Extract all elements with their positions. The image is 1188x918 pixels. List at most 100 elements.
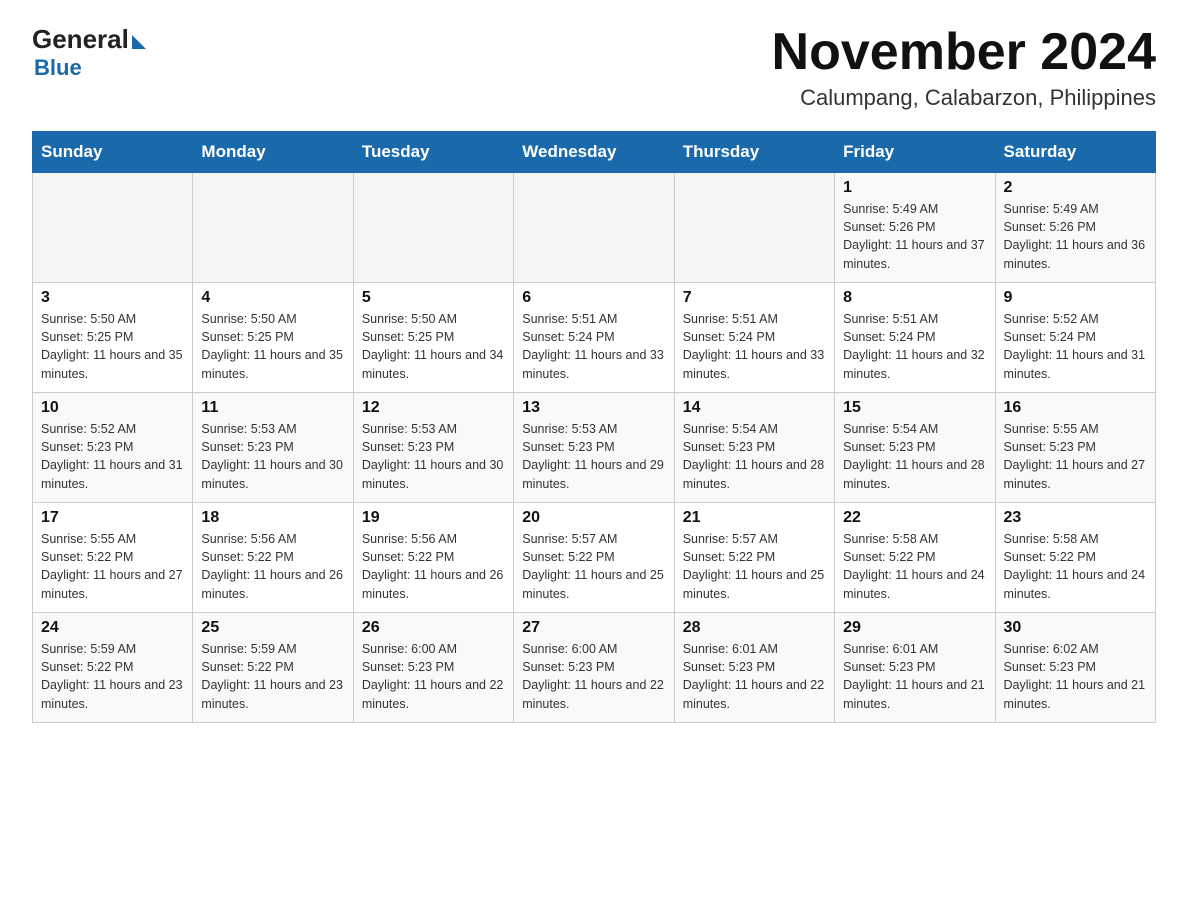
- day-number: 8: [843, 289, 986, 307]
- day-number: 16: [1004, 399, 1147, 417]
- calendar-table: SundayMondayTuesdayWednesdayThursdayFrid…: [32, 131, 1156, 723]
- calendar-cell: 14Sunrise: 5:54 AMSunset: 5:23 PMDayligh…: [674, 393, 834, 503]
- day-number: 1: [843, 179, 986, 197]
- day-number: 7: [683, 289, 826, 307]
- day-number: 22: [843, 509, 986, 527]
- calendar-cell: [674, 173, 834, 283]
- page-header: General Blue November 2024 Calumpang, Ca…: [32, 24, 1156, 111]
- calendar-cell: 23Sunrise: 5:58 AMSunset: 5:22 PMDayligh…: [995, 503, 1155, 613]
- day-info: Sunrise: 5:59 AMSunset: 5:22 PMDaylight:…: [201, 640, 344, 713]
- calendar-cell: 24 Sunrise: 5:59 AMSunset: 5:22 PMDayligh…: [33, 613, 193, 723]
- day-number: 21: [683, 509, 826, 527]
- day-number: 9: [1004, 289, 1147, 307]
- calendar-header-wednesday: Wednesday: [514, 132, 674, 173]
- calendar-cell: 1 Sunrise: 5:49 AMSunset: 5:26 PMDaylight…: [835, 173, 995, 283]
- calendar-cell: 29 Sunrise: 6:01 AMSunset: 5:23 PMDayligh…: [835, 613, 995, 723]
- calendar-cell: 13 Sunrise: 5:53 AMSunset: 5:23 PMDayligh…: [514, 393, 674, 503]
- day-info: Sunrise: 5:57 AMSunset: 5:22 PMDaylight:…: [522, 530, 665, 603]
- calendar-header-thursday: Thursday: [674, 132, 834, 173]
- calendar-cell: 3 Sunrise: 5:50 AMSunset: 5:25 PMDaylight…: [33, 283, 193, 393]
- calendar-cell: 30Sunrise: 6:02 AMSunset: 5:23 PMDayligh…: [995, 613, 1155, 723]
- calendar-week-row: 10 Sunrise: 5:52 AMSunset: 5:23 PMDayligh…: [33, 393, 1156, 503]
- day-number: 10: [41, 399, 184, 417]
- calendar-cell: 12 Sunrise: 5:53 AMSunset: 5:23 PMDayligh…: [353, 393, 513, 503]
- day-number: 4: [201, 289, 344, 307]
- calendar-cell: [193, 173, 353, 283]
- day-info: Sunrise: 5:50 AMSunset: 5:25 PMDaylight:…: [362, 310, 505, 383]
- calendar-week-row: 17 Sunrise: 5:55 AMSunset: 5:22 PMDayligh…: [33, 503, 1156, 613]
- calendar-cell: 15 Sunrise: 5:54 AMSunset: 5:23 PMDayligh…: [835, 393, 995, 503]
- day-number: 13: [522, 399, 665, 417]
- day-info: Sunrise: 5:56 AMSunset: 5:22 PMDaylight:…: [201, 530, 344, 603]
- calendar-cell: 7Sunrise: 5:51 AMSunset: 5:24 PMDaylight…: [674, 283, 834, 393]
- day-info: Sunrise: 5:56 AMSunset: 5:22 PMDaylight:…: [362, 530, 505, 603]
- calendar-cell: 4 Sunrise: 5:50 AMSunset: 5:25 PMDaylight…: [193, 283, 353, 393]
- day-number: 14: [683, 399, 826, 417]
- calendar-cell: 25Sunrise: 5:59 AMSunset: 5:22 PMDayligh…: [193, 613, 353, 723]
- day-info: Sunrise: 5:55 AMSunset: 5:22 PMDaylight:…: [41, 530, 184, 603]
- day-number: 20: [522, 509, 665, 527]
- day-info: Sunrise: 6:00 AMSunset: 5:23 PMDaylight:…: [362, 640, 505, 713]
- calendar-cell: 21 Sunrise: 5:57 AMSunset: 5:22 PMDayligh…: [674, 503, 834, 613]
- calendar-cell: 10 Sunrise: 5:52 AMSunset: 5:23 PMDayligh…: [33, 393, 193, 503]
- logo-blue-text: Blue: [32, 55, 82, 80]
- calendar-cell: 2Sunrise: 5:49 AMSunset: 5:26 PMDaylight…: [995, 173, 1155, 283]
- calendar-week-row: 1 Sunrise: 5:49 AMSunset: 5:26 PMDaylight…: [33, 173, 1156, 283]
- day-info: Sunrise: 5:53 AMSunset: 5:23 PMDaylight:…: [522, 420, 665, 493]
- day-number: 15: [843, 399, 986, 417]
- day-number: 12: [362, 399, 505, 417]
- day-info: Sunrise: 5:50 AMSunset: 5:25 PMDaylight:…: [41, 310, 184, 383]
- location-title: Calumpang, Calabarzon, Philippines: [772, 85, 1156, 111]
- day-info: Sunrise: 5:51 AMSunset: 5:24 PMDaylight:…: [843, 310, 986, 383]
- day-number: 26: [362, 619, 505, 637]
- calendar-header-monday: Monday: [193, 132, 353, 173]
- day-number: 6: [522, 289, 665, 307]
- day-number: 11: [201, 399, 344, 417]
- day-number: 17: [41, 509, 184, 527]
- calendar-cell: 11Sunrise: 5:53 AMSunset: 5:23 PMDayligh…: [193, 393, 353, 503]
- calendar-cell: [514, 173, 674, 283]
- day-info: Sunrise: 6:01 AMSunset: 5:23 PMDaylight:…: [843, 640, 986, 713]
- day-info: Sunrise: 5:49 AMSunset: 5:26 PMDaylight:…: [843, 200, 986, 273]
- calendar-cell: 6 Sunrise: 5:51 AMSunset: 5:24 PMDaylight…: [514, 283, 674, 393]
- day-info: Sunrise: 5:52 AMSunset: 5:23 PMDaylight:…: [41, 420, 184, 493]
- calendar-header-tuesday: Tuesday: [353, 132, 513, 173]
- day-info: Sunrise: 5:54 AMSunset: 5:23 PMDaylight:…: [843, 420, 986, 493]
- day-number: 18: [201, 509, 344, 527]
- calendar-cell: 16Sunrise: 5:55 AMSunset: 5:23 PMDayligh…: [995, 393, 1155, 503]
- calendar-header-friday: Friday: [835, 132, 995, 173]
- day-info: Sunrise: 6:00 AMSunset: 5:23 PMDaylight:…: [522, 640, 665, 713]
- month-title: November 2024: [772, 24, 1156, 81]
- day-info: Sunrise: 5:58 AMSunset: 5:22 PMDaylight:…: [843, 530, 986, 603]
- calendar-cell: 5Sunrise: 5:50 AMSunset: 5:25 PMDaylight…: [353, 283, 513, 393]
- day-number: 28: [683, 619, 826, 637]
- day-info: Sunrise: 5:49 AMSunset: 5:26 PMDaylight:…: [1004, 200, 1147, 273]
- calendar-cell: 28 Sunrise: 6:01 AMSunset: 5:23 PMDayligh…: [674, 613, 834, 723]
- day-info: Sunrise: 5:50 AMSunset: 5:25 PMDaylight:…: [201, 310, 344, 383]
- logo-triangle-icon: [132, 35, 146, 49]
- day-info: Sunrise: 6:01 AMSunset: 5:23 PMDaylight:…: [683, 640, 826, 713]
- calendar-cell: 9 Sunrise: 5:52 AMSunset: 5:24 PMDaylight…: [995, 283, 1155, 393]
- day-number: 19: [362, 509, 505, 527]
- day-number: 29: [843, 619, 986, 637]
- day-number: 23: [1004, 509, 1147, 527]
- day-number: 3: [41, 289, 184, 307]
- day-number: 24: [41, 619, 184, 637]
- calendar-cell: 22 Sunrise: 5:58 AMSunset: 5:22 PMDayligh…: [835, 503, 995, 613]
- day-number: 30: [1004, 619, 1147, 637]
- day-info: Sunrise: 5:59 AMSunset: 5:22 PMDaylight:…: [41, 640, 184, 713]
- day-info: Sunrise: 5:53 AMSunset: 5:23 PMDaylight:…: [362, 420, 505, 493]
- logo-general-text: General: [32, 24, 129, 55]
- calendar-week-row: 24 Sunrise: 5:59 AMSunset: 5:22 PMDayligh…: [33, 613, 1156, 723]
- day-info: Sunrise: 5:51 AMSunset: 5:24 PMDaylight:…: [522, 310, 665, 383]
- day-number: 27: [522, 619, 665, 637]
- calendar-week-row: 3 Sunrise: 5:50 AMSunset: 5:25 PMDaylight…: [33, 283, 1156, 393]
- calendar-cell: 26 Sunrise: 6:00 AMSunset: 5:23 PMDayligh…: [353, 613, 513, 723]
- day-info: Sunrise: 5:57 AMSunset: 5:22 PMDaylight:…: [683, 530, 826, 603]
- day-info: Sunrise: 5:52 AMSunset: 5:24 PMDaylight:…: [1004, 310, 1147, 383]
- title-block: November 2024 Calumpang, Calabarzon, Phi…: [772, 24, 1156, 111]
- calendar-header-sunday: Sunday: [33, 132, 193, 173]
- calendar-header-row: SundayMondayTuesdayWednesdayThursdayFrid…: [33, 132, 1156, 173]
- calendar-cell: 8 Sunrise: 5:51 AMSunset: 5:24 PMDaylight…: [835, 283, 995, 393]
- calendar-cell: [353, 173, 513, 283]
